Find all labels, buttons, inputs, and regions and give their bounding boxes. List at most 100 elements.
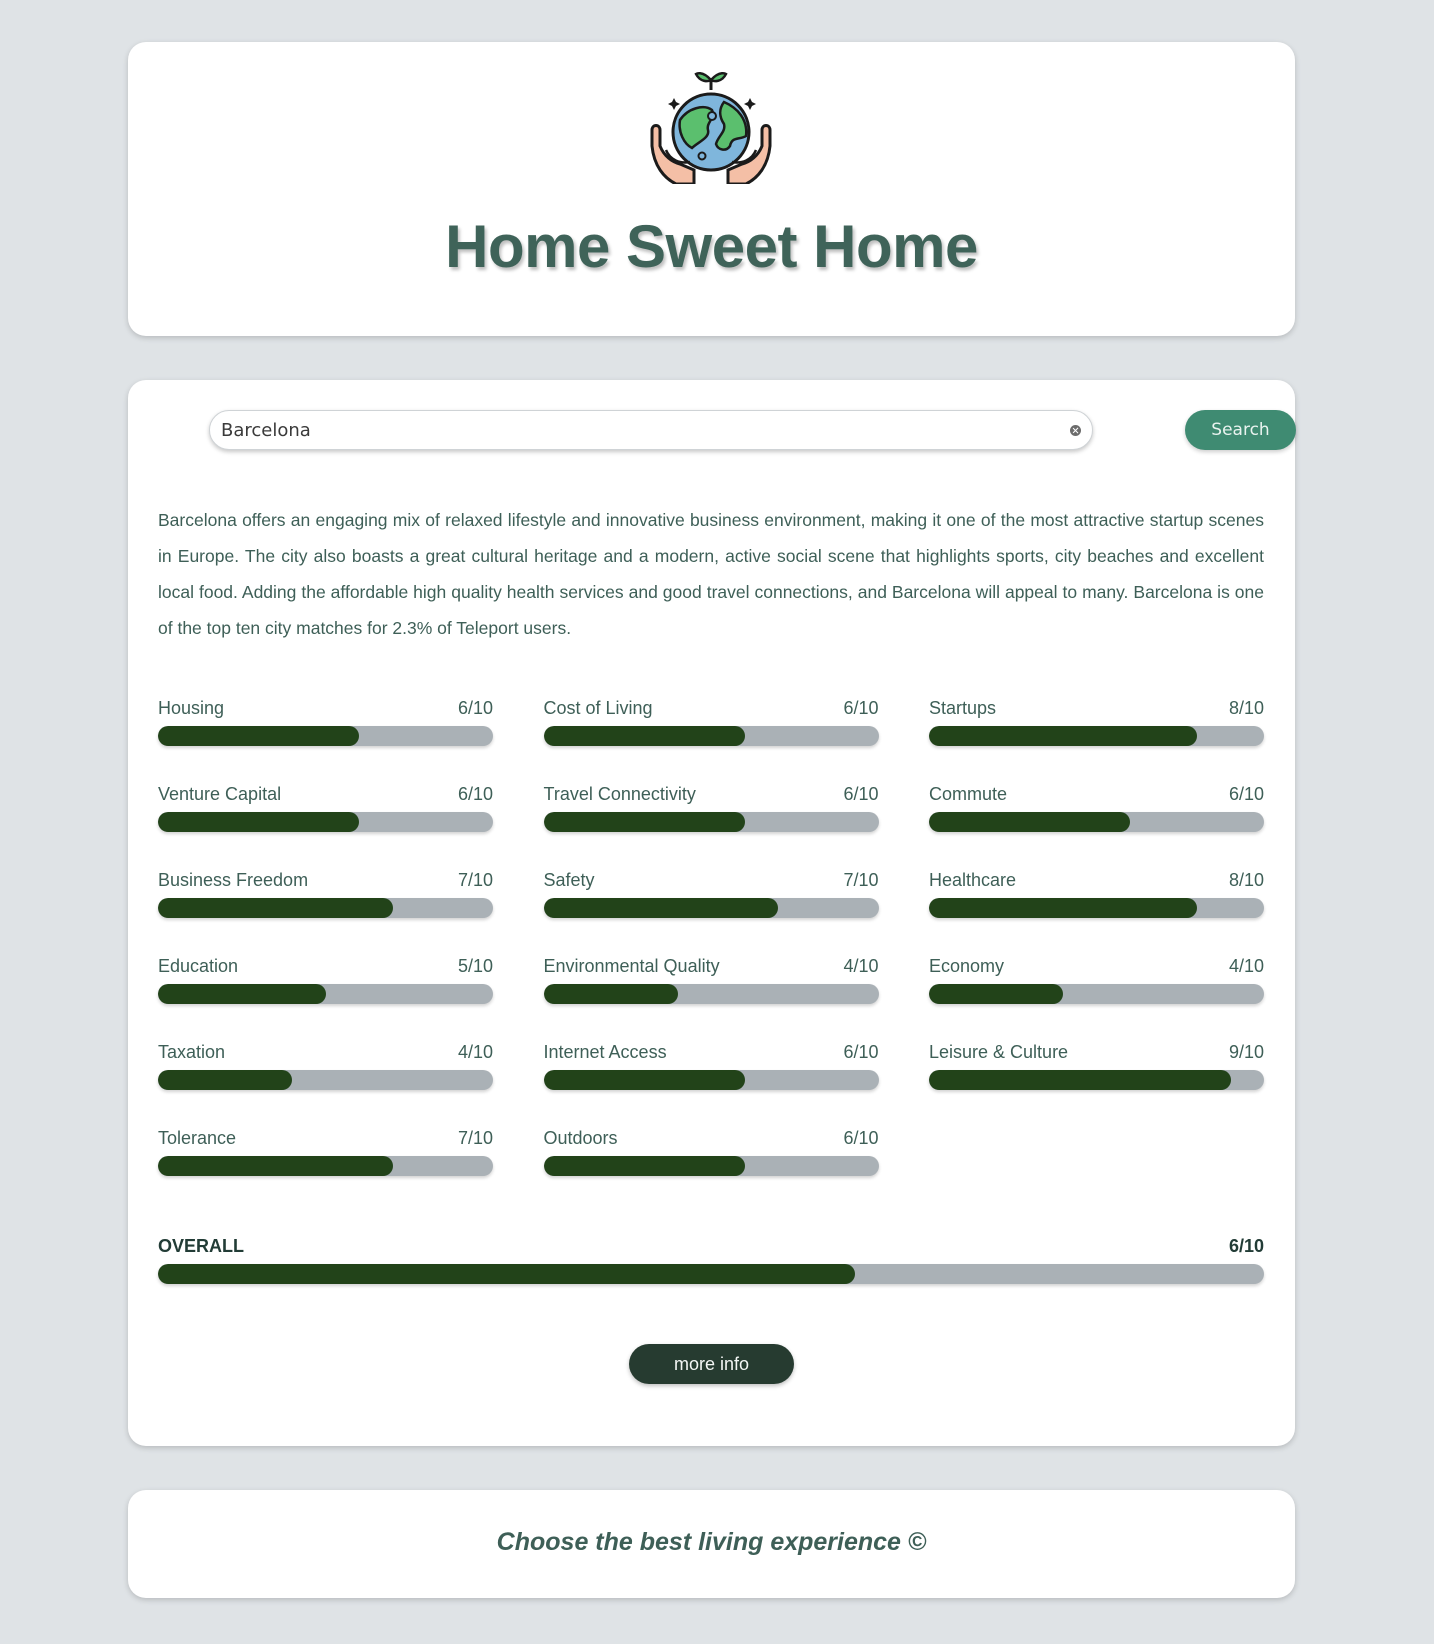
search-button[interactable]: Search xyxy=(1185,410,1296,450)
score-bar-fill xyxy=(158,812,359,832)
score-grid: Housing 6/10 Cost of Living 6/10 Startups 8/1… xyxy=(158,698,1264,1214)
score-label: Safety xyxy=(543,870,595,890)
score-bar-fill xyxy=(158,726,359,746)
score-bar-track xyxy=(543,984,879,1004)
score-bar-fill xyxy=(543,812,745,832)
score-label: Business Freedom xyxy=(158,870,309,890)
score-value: 8/10 xyxy=(1228,870,1264,890)
header-card: Home Sweet Home xyxy=(128,42,1295,336)
score-label: Economy xyxy=(929,956,1005,976)
city-details-card: Search Barcelona offers an engaging mix … xyxy=(128,380,1296,1446)
score-item: Venture Capital 6/10 xyxy=(158,784,493,870)
score-label: Venture Capital xyxy=(158,784,282,804)
overall-bar-fill xyxy=(158,1264,855,1284)
score-bar-track xyxy=(929,1070,1264,1090)
score-label: Commute xyxy=(929,784,1008,804)
score-label: Startups xyxy=(929,698,997,718)
score-bar-fill xyxy=(929,726,1197,746)
score-item: Startups 8/10 xyxy=(929,698,1264,784)
score-item: Internet Access 6/10 xyxy=(543,1042,879,1128)
score-item: Outdoors 6/10 xyxy=(543,1128,879,1214)
score-item: Travel Connectivity 6/10 xyxy=(543,784,879,870)
score-bar-track xyxy=(158,812,493,832)
score-item: Tolerance 7/10 xyxy=(158,1128,493,1214)
overall-value: 6/10 xyxy=(1228,1236,1264,1256)
search-bar: Search xyxy=(209,410,1296,452)
score-label: Taxation xyxy=(158,1042,226,1062)
score-label: Healthcare xyxy=(929,870,1017,890)
score-label: Tolerance xyxy=(158,1128,237,1148)
score-bar-fill xyxy=(929,812,1130,832)
score-label: Housing xyxy=(158,698,225,718)
score-bar-fill xyxy=(929,984,1063,1004)
score-value: 6/10 xyxy=(457,784,493,804)
score-bar-track xyxy=(543,726,879,746)
score-item: Economy 4/10 xyxy=(929,956,1264,1042)
score-value: 7/10 xyxy=(457,1128,493,1148)
overall-score: OVERALL 6/10 xyxy=(158,1236,1264,1296)
score-value: 6/10 xyxy=(843,1042,879,1062)
footer-text: Choose the best living experience © xyxy=(496,1528,927,1556)
score-bar-fill xyxy=(543,726,745,746)
score-bar-fill xyxy=(543,898,778,918)
score-item: Housing 6/10 xyxy=(158,698,493,784)
footer-card: Choose the best living experience © xyxy=(128,1490,1295,1598)
score-bar-track xyxy=(158,726,493,746)
score-label: Internet Access xyxy=(543,1042,667,1062)
overall-label: OVERALL xyxy=(158,1236,245,1256)
score-item: Healthcare 8/10 xyxy=(929,870,1264,956)
more-info-button[interactable]: more info xyxy=(629,1344,794,1384)
score-value: 6/10 xyxy=(843,784,879,804)
search-input[interactable] xyxy=(209,410,1093,450)
score-value: 4/10 xyxy=(1228,956,1264,976)
score-value: 7/10 xyxy=(843,870,879,890)
score-bar-track xyxy=(543,1070,879,1090)
score-bar-track xyxy=(929,812,1264,832)
score-bar-track xyxy=(929,984,1264,1004)
score-bar-track xyxy=(158,1156,493,1176)
score-bar-fill xyxy=(158,984,326,1004)
score-item: Commute 6/10 xyxy=(929,784,1264,870)
score-label: Travel Connectivity xyxy=(543,784,696,804)
score-bar-track xyxy=(929,898,1264,918)
city-summary: Barcelona offers an engaging mix of rela… xyxy=(158,510,1264,638)
score-value: 6/10 xyxy=(843,698,879,718)
score-bar-fill xyxy=(929,898,1197,918)
score-item: Leisure & Culture 9/10 xyxy=(929,1042,1264,1128)
clear-icon[interactable] xyxy=(1070,425,1081,436)
score-bar-fill xyxy=(158,1156,393,1176)
score-item: Education 5/10 xyxy=(158,956,493,1042)
score-item: Safety 7/10 xyxy=(543,870,879,956)
score-bar-fill xyxy=(543,984,678,1004)
score-bar-track xyxy=(158,898,493,918)
score-label: Leisure & Culture xyxy=(929,1042,1069,1062)
score-item: Business Freedom 7/10 xyxy=(158,870,493,956)
score-bar-track xyxy=(543,1156,879,1176)
page-title: Home Sweet Home xyxy=(445,213,978,280)
score-label: Education xyxy=(158,956,239,976)
score-item: Taxation 4/10 xyxy=(158,1042,493,1128)
score-value: 6/10 xyxy=(843,1128,879,1148)
score-value: 7/10 xyxy=(457,870,493,890)
score-value: 4/10 xyxy=(457,1042,493,1062)
score-value: 9/10 xyxy=(1228,1042,1264,1062)
score-value: 6/10 xyxy=(457,698,493,718)
score-bar-track xyxy=(543,812,879,832)
score-bar-fill xyxy=(158,898,393,918)
score-label: Environmental Quality xyxy=(543,956,720,976)
score-value: 6/10 xyxy=(1228,784,1264,804)
score-item: Environmental Quality 4/10 xyxy=(543,956,879,1042)
score-bar-track xyxy=(158,984,493,1004)
score-bar-fill xyxy=(543,1156,745,1176)
score-label: Outdoors xyxy=(543,1128,618,1148)
score-value: 4/10 xyxy=(843,956,879,976)
score-bar-fill xyxy=(929,1070,1231,1090)
score-bar-track xyxy=(929,726,1264,746)
score-value: 5/10 xyxy=(457,956,493,976)
score-bar-fill xyxy=(158,1070,292,1090)
score-bar-track xyxy=(543,898,879,918)
score-label: Cost of Living xyxy=(543,698,653,718)
score-bar-fill xyxy=(543,1070,745,1090)
score-bar-track xyxy=(158,1070,493,1090)
overall-bar-track xyxy=(158,1264,1264,1284)
